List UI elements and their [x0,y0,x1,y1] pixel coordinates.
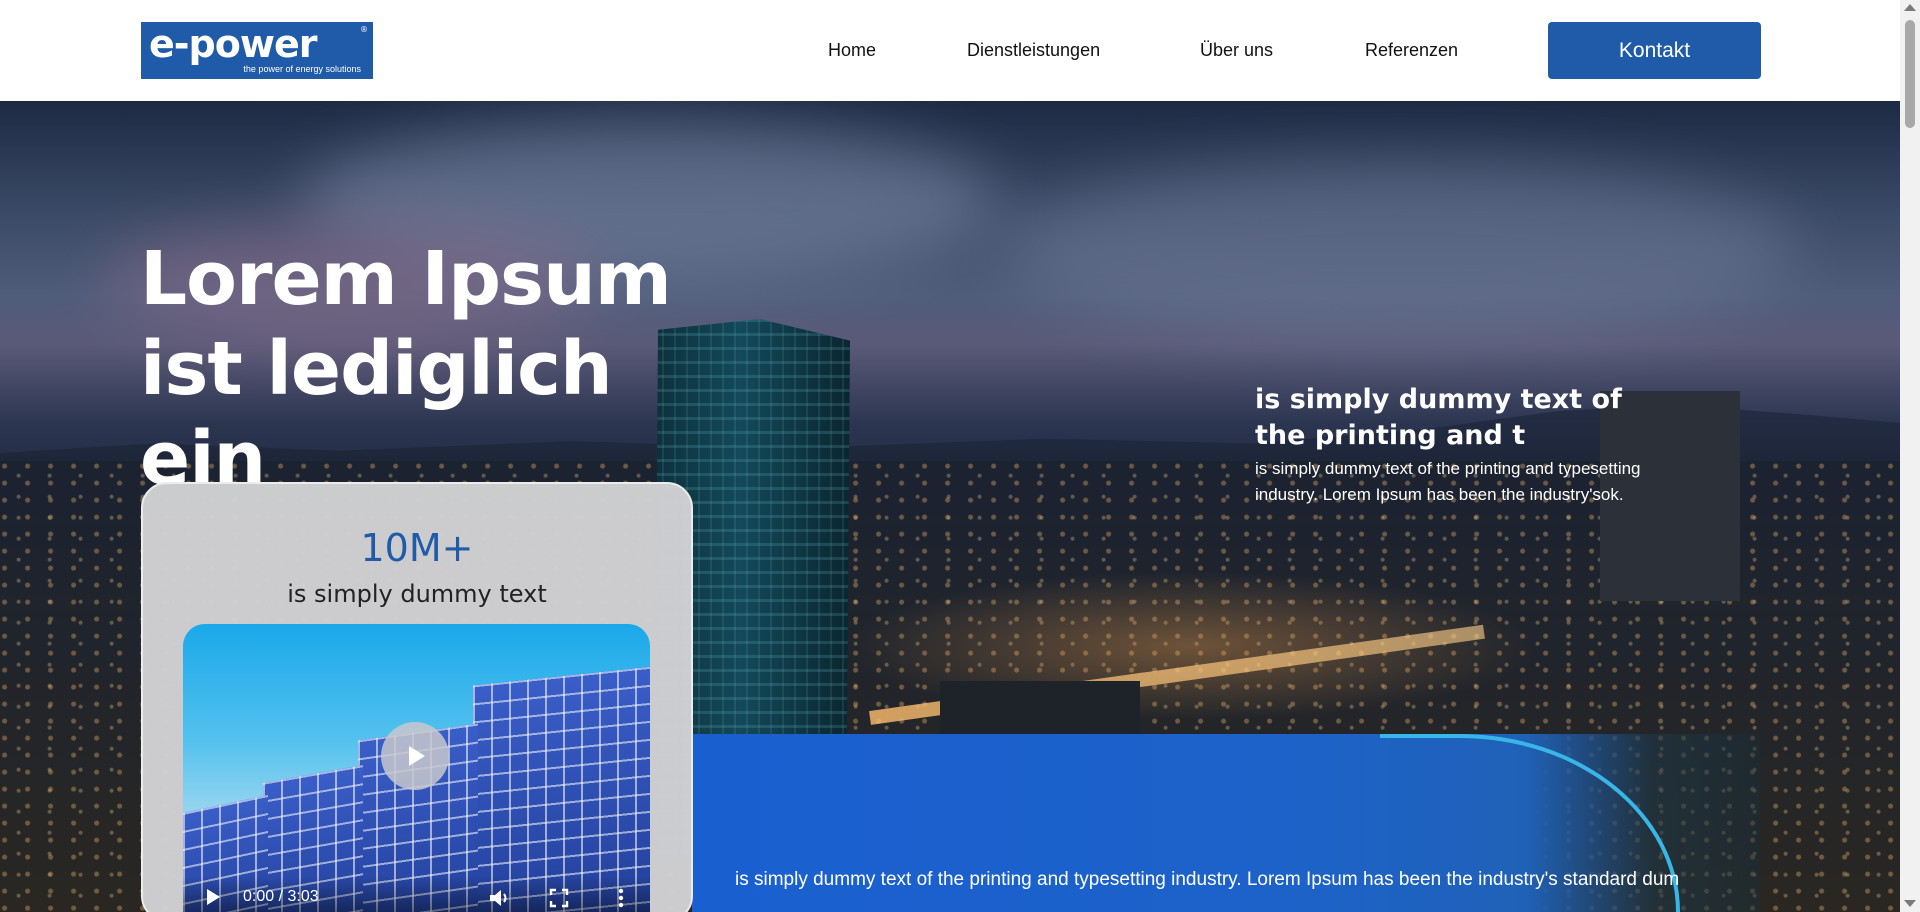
site-header: e-power ® the power of energy solutions … [0,0,1900,101]
stat-number: 10M+ [360,526,474,570]
scroll-down-icon[interactable] [1904,900,1916,907]
scroll-up-icon[interactable] [1904,4,1916,11]
play-icon [409,746,425,766]
hero-info-text: is simply dummy text of the printing and… [1255,459,1641,504]
page-scrollbar[interactable] [1900,0,1920,912]
scroll-thumb[interactable] [1905,20,1915,128]
play-icon[interactable] [205,888,221,906]
volume-icon[interactable] [489,888,511,908]
logo-wordmark: e-power [149,22,317,66]
nav-referenzen[interactable]: Referenzen [1365,40,1458,61]
more-options-icon[interactable] [617,888,625,908]
contact-button[interactable]: Kontakt [1548,22,1761,79]
stat-subtitle: is simply dummy text [287,580,547,608]
video-time: 0:00 / 3:03 [243,888,319,905]
nav-home[interactable]: Home [828,40,876,61]
nav-dienstleistungen[interactable]: Dienstleistungen [967,40,1100,61]
hero-info-heading: is simply dummy text of the printing and… [1255,384,1622,451]
video-player[interactable]: 0:00 / 3:03 [183,624,650,912]
blue-bar-text: is simply dummy text of the printing and… [735,869,1680,890]
logo[interactable]: e-power ® the power of energy solutions [141,22,373,79]
stat-card: 10M+ is simply dummy text 0:00 / 3:03 [141,482,693,912]
logo-tagline: the power of energy solutions [243,64,361,74]
fullscreen-icon[interactable] [549,888,569,908]
hero-info-block: is simply dummy text of the printing and… [1255,382,1675,508]
nav-ueber-uns[interactable]: Über uns [1200,40,1273,61]
video-controls: 0:00 / 3:03 [183,876,650,912]
hero-title: Lorem Ipsum ist lediglich ein [140,236,672,502]
logo-registered-mark: ® [360,25,368,34]
cloud-shape [1000,161,1800,341]
play-overlay-button[interactable] [381,722,449,790]
